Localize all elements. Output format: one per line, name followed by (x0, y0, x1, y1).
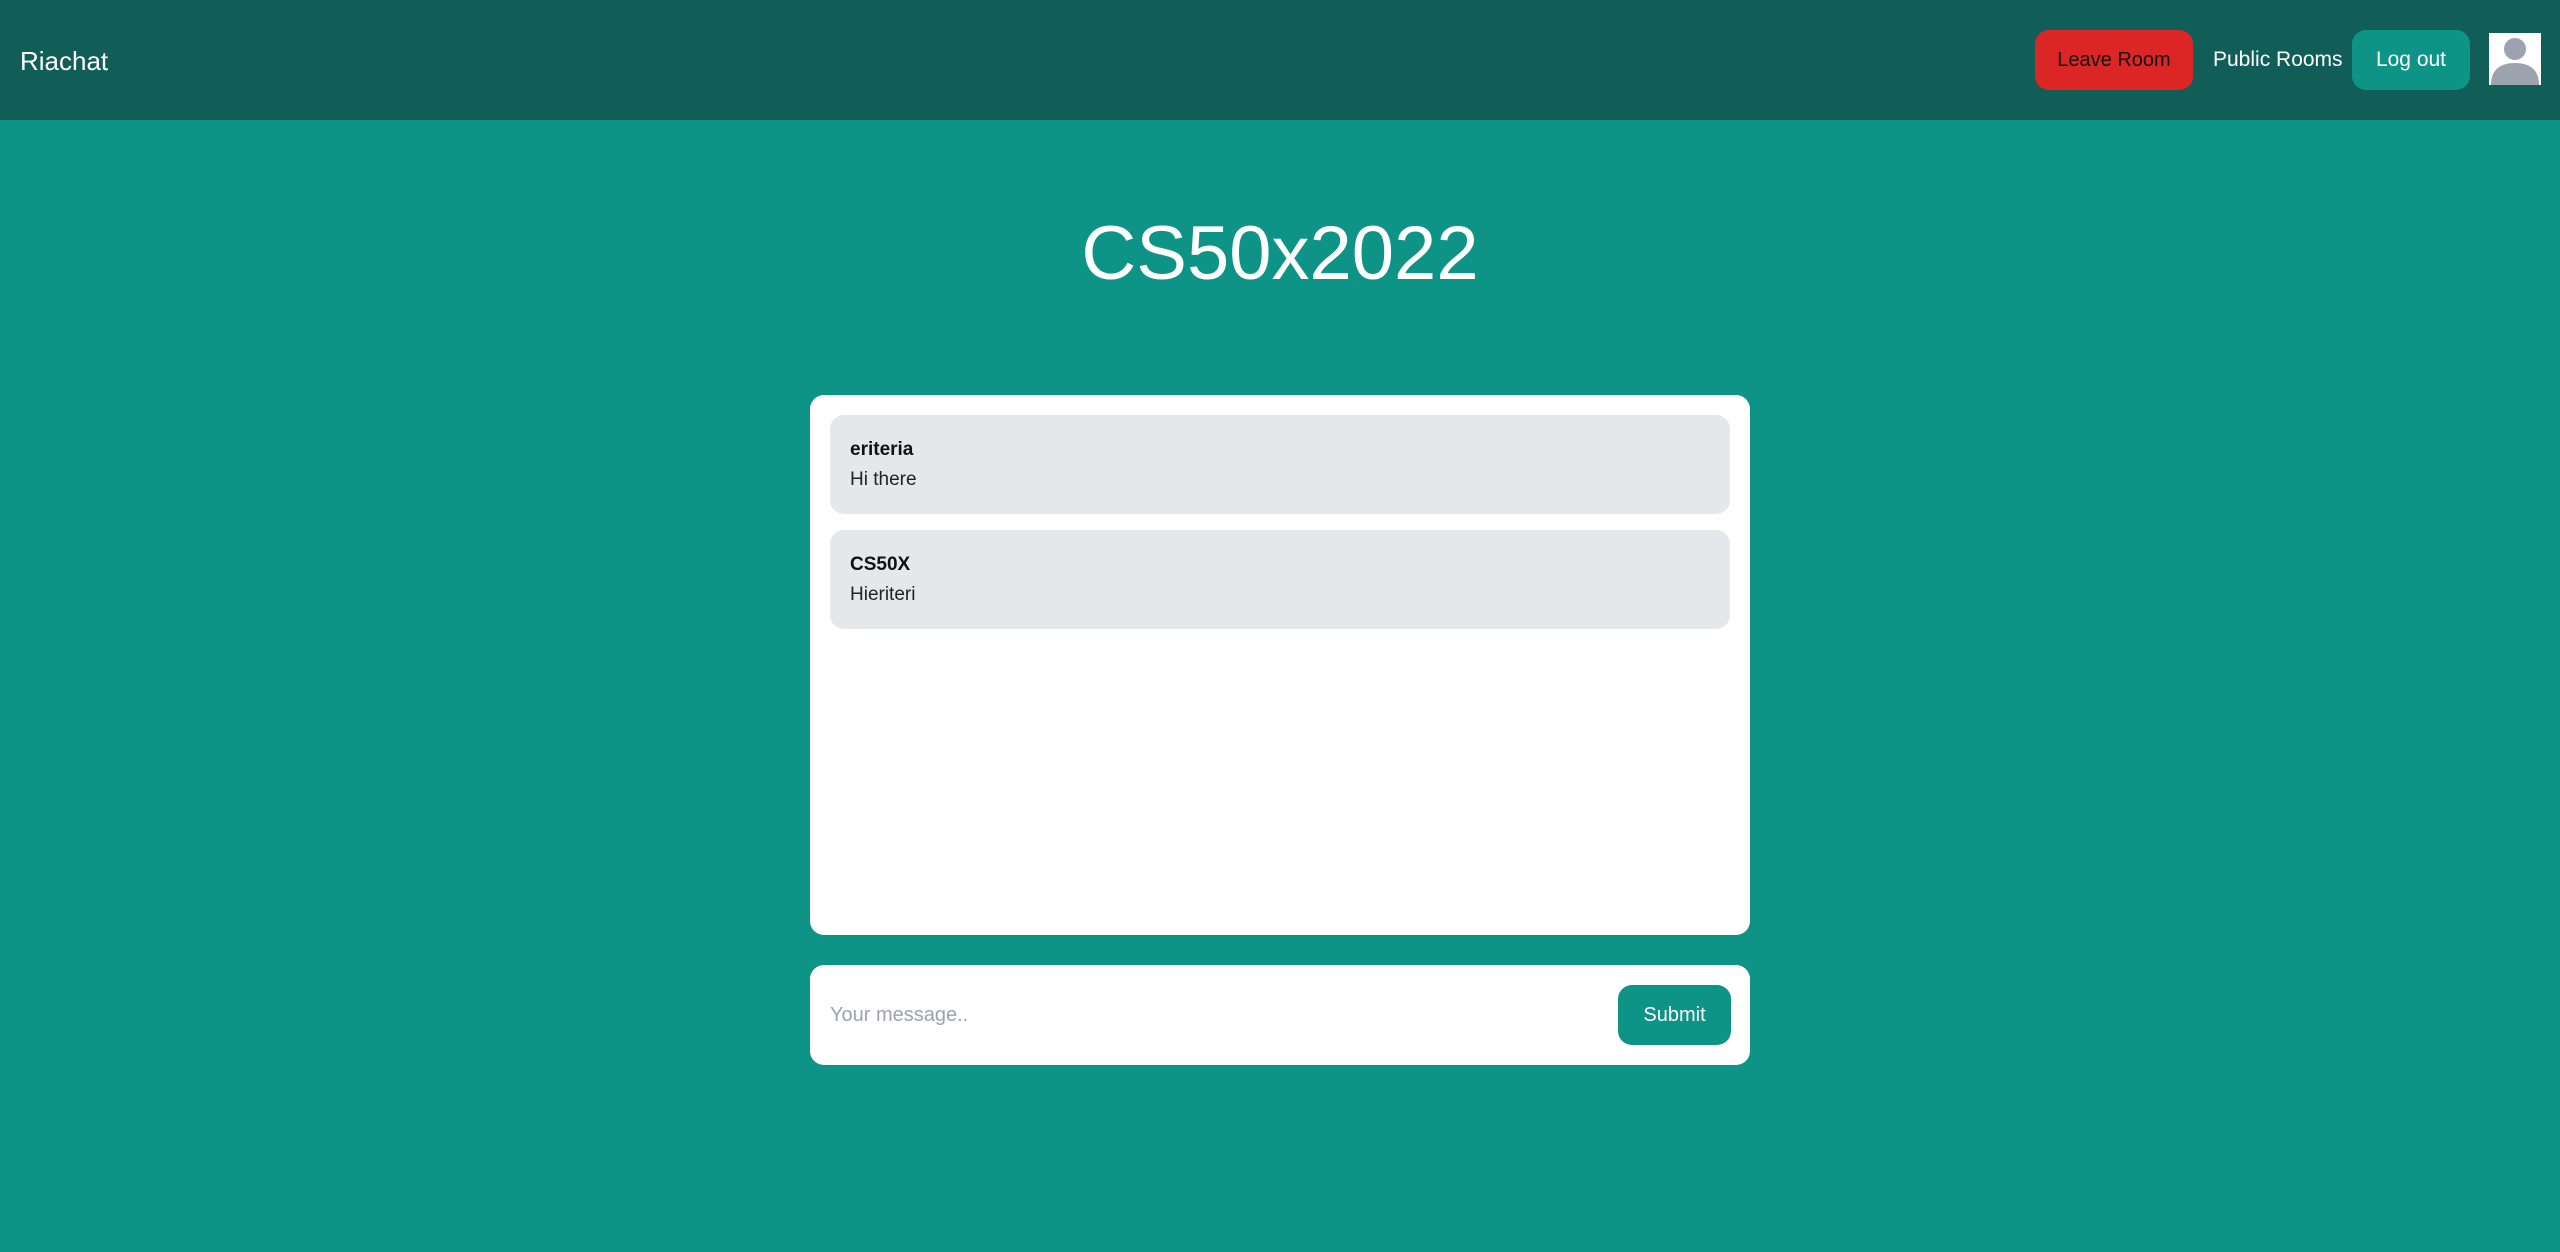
brand-link[interactable]: Riachat (20, 0, 108, 120)
message-text: Hieriteri (850, 584, 916, 605)
message-username: CS50X (850, 554, 911, 575)
leave-room-button[interactable]: Leave Room (2035, 30, 2193, 90)
message-input[interactable] (830, 985, 1590, 1045)
room-title: CS50x2022 (1081, 211, 1479, 296)
logout-button[interactable]: Log out (2352, 30, 2470, 90)
message-username: eriteria (850, 439, 914, 460)
message-item: eriteria Hi there (830, 415, 1730, 514)
message-item: CS50X Hieriteri (830, 530, 1730, 629)
message-composer: Submit (810, 965, 1750, 1065)
navbar: Riachat Leave Room Public Rooms Log out (0, 0, 2560, 120)
avatar-silhouette-icon (2489, 33, 2541, 85)
user-avatar-icon[interactable] (2489, 33, 2541, 85)
message-text: Hi there (850, 469, 917, 490)
chat-messages-panel: eriteria Hi there CS50X Hieriteri (810, 395, 1750, 935)
submit-button[interactable]: Submit (1618, 985, 1731, 1045)
public-rooms-link[interactable]: Public Rooms (2213, 30, 2343, 90)
